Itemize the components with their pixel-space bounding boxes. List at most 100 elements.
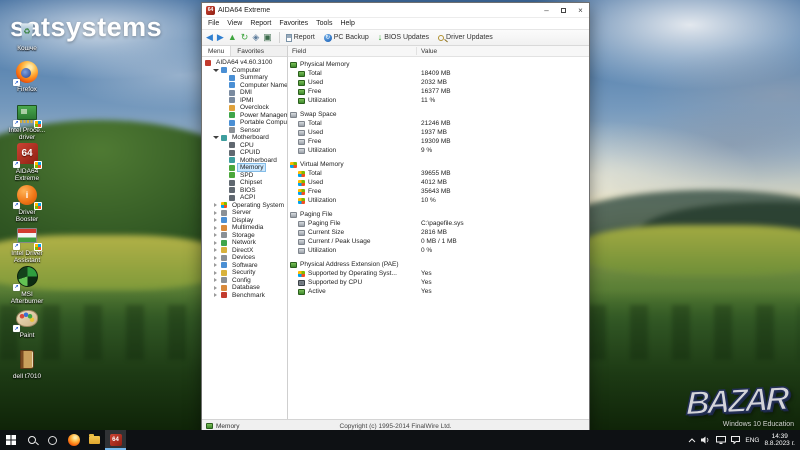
report-button[interactable]: Report (286, 34, 315, 42)
expand-arrow-icon[interactable] (212, 286, 220, 290)
tree-item-display[interactable]: Display (202, 217, 287, 225)
tree-item-benchmark[interactable]: Benchmark (202, 292, 287, 300)
tree-item-motherboard[interactable]: Motherboard (202, 157, 287, 165)
field-row-used[interactable]: Used2032 MB (288, 78, 589, 87)
tree-item-chipset[interactable]: Chipset (202, 179, 287, 187)
field-row-free[interactable]: Free35643 MB (288, 187, 589, 196)
tree-item-summary[interactable]: Summary (202, 74, 287, 82)
expand-arrow-icon[interactable] (212, 256, 220, 260)
field-row-paging-file[interactable]: Paging FileC:\pagefile.sys (288, 219, 589, 228)
menu-report[interactable]: Report (246, 20, 275, 27)
action-center-icon[interactable] (731, 436, 740, 444)
tree-item-computer-name[interactable]: Computer Name (202, 82, 287, 90)
tree-item-security[interactable]: Security (202, 269, 287, 277)
tree-item-config[interactable]: Config (202, 277, 287, 285)
forward-icon[interactable]: ▶ (217, 33, 224, 42)
tree-item-spd[interactable]: SPD (202, 172, 287, 180)
menu-tools[interactable]: Tools (312, 20, 336, 27)
network-icon[interactable] (716, 436, 726, 444)
maximize-button[interactable] (555, 3, 572, 18)
tree-item-devices[interactable]: Devices (202, 254, 287, 262)
desktop-icon-intel-driver[interactable]: ↗Intel Driver Assistant (2, 223, 52, 264)
section-header-virtual-memory[interactable]: Virtual Memory (288, 160, 589, 169)
taskbar-button-task-view[interactable] (42, 430, 63, 450)
section-header-physical-memory[interactable]: Physical Memory (288, 60, 589, 69)
field-row-used[interactable]: Used1937 MB (288, 128, 589, 137)
section-header-physical-address-extension-pae[interactable]: Physical Address Extension (PAE) (288, 260, 589, 269)
field-row-current-peak-usage[interactable]: Current / Peak Usage0 MB / 1 MB (288, 237, 589, 246)
pc-backup-button[interactable]: ↻PC Backup (324, 34, 369, 42)
minimize-button[interactable]: – (538, 3, 555, 18)
menu-view[interactable]: View (223, 20, 246, 27)
tree-item-ipmi[interactable]: IPMI (202, 97, 287, 105)
back-icon[interactable]: ◀ (206, 33, 213, 42)
expand-arrow-icon[interactable] (212, 203, 220, 207)
column-header[interactable]: Field Value (288, 46, 589, 57)
tree-item-dmi[interactable]: DMI (202, 89, 287, 97)
title-bar[interactable]: 64 AIDA64 Extreme – × (202, 3, 589, 18)
column-divider[interactable] (416, 47, 417, 55)
menu-help[interactable]: Help (336, 20, 358, 27)
tab-menu[interactable]: Menu (202, 46, 231, 56)
driver-updates-button[interactable]: Driver Updates (438, 34, 493, 41)
taskbar-button-firefox[interactable] (63, 430, 84, 450)
tree-item-power-management[interactable]: Power Management (202, 112, 287, 120)
desktop-icon-paint[interactable]: ↗Paint (2, 305, 52, 346)
tree-item-portable-computer[interactable]: Portable Computer (202, 119, 287, 127)
volume-icon[interactable] (701, 436, 711, 444)
display-icon[interactable]: ▣ (263, 33, 272, 42)
taskbar-button-file-explorer[interactable] (84, 430, 105, 450)
menu-favorites[interactable]: Favorites (275, 20, 312, 27)
bios-updates-button[interactable]: ↓BIOS Updates (378, 33, 429, 42)
close-button[interactable]: × (572, 3, 589, 18)
field-row-active[interactable]: ActiveYes (288, 287, 589, 296)
tab-favorites[interactable]: Favorites (231, 46, 270, 56)
tree-item-network[interactable]: Network (202, 239, 287, 247)
section-header-swap-space[interactable]: Swap Space (288, 110, 589, 119)
find-icon[interactable]: ◈ (252, 33, 259, 42)
menu-file[interactable]: File (204, 20, 223, 27)
expand-arrow-icon[interactable] (212, 278, 220, 282)
tree-item-motherboard[interactable]: Motherboard (202, 134, 287, 142)
tree-item-directx[interactable]: DirectX (202, 247, 287, 255)
field-row-current-size[interactable]: Current Size2816 MB (288, 228, 589, 237)
desktop-icon-firefox[interactable]: ↗Firefox (2, 59, 52, 100)
expand-arrow-icon[interactable] (212, 233, 220, 237)
show-hidden-icons[interactable] (688, 438, 696, 443)
field-row-free[interactable]: Free19309 MB (288, 137, 589, 146)
tree-item-software[interactable]: Software (202, 262, 287, 270)
tree-item-multimedia[interactable]: Multimedia (202, 224, 287, 232)
start-button[interactable] (0, 430, 21, 450)
field-row-used[interactable]: Used4012 MB (288, 178, 589, 187)
desktop-icon-[interactable]: ♻Кошче (2, 18, 52, 59)
clock[interactable]: 14:39 8.8.2023 г. (765, 433, 796, 447)
collapse-arrow-icon[interactable] (212, 133, 220, 142)
up-icon[interactable]: ▲ (228, 33, 237, 42)
taskbar-button-search[interactable] (21, 430, 42, 450)
tree-item-memory[interactable]: Memory (202, 164, 287, 172)
desktop-icon-dell-t7010[interactable]: dell t7010 (2, 346, 52, 387)
refresh-icon[interactable]: ↻ (241, 33, 249, 42)
field-row-supported-by-operating-syst[interactable]: Supported by Operating Syst...Yes (288, 269, 589, 278)
field-row-utilization[interactable]: Utilization11 % (288, 96, 589, 105)
expand-arrow-icon[interactable] (212, 218, 220, 222)
tree-item-storage[interactable]: Storage (202, 232, 287, 240)
field-row-utilization[interactable]: Utilization10 % (288, 196, 589, 205)
tree-item-cpuid[interactable]: CPUID (202, 149, 287, 157)
field-row-total[interactable]: Total39655 MB (288, 169, 589, 178)
collapse-arrow-icon[interactable] (212, 66, 220, 75)
column-field[interactable]: Field (288, 48, 306, 55)
desktop-icon-driver[interactable]: i↗Driver Booster (2, 182, 52, 223)
field-row-total[interactable]: Total21246 MB (288, 119, 589, 128)
field-row-supported-by-cpu[interactable]: Supported by CPUYes (288, 278, 589, 287)
expand-arrow-icon[interactable] (212, 263, 220, 267)
field-row-utilization[interactable]: Utilization0 % (288, 246, 589, 255)
field-row-free[interactable]: Free16377 MB (288, 87, 589, 96)
desktop-icon-aida64[interactable]: 64↗AIDA64 Extreme (2, 141, 52, 182)
expand-arrow-icon[interactable] (212, 211, 220, 215)
column-value[interactable]: Value (421, 48, 437, 55)
language-indicator[interactable]: ENG (745, 437, 759, 444)
tree-item-database[interactable]: Database (202, 284, 287, 292)
field-row-utilization[interactable]: Utilization9 % (288, 146, 589, 155)
tree-item-acpi[interactable]: ACPI (202, 194, 287, 202)
